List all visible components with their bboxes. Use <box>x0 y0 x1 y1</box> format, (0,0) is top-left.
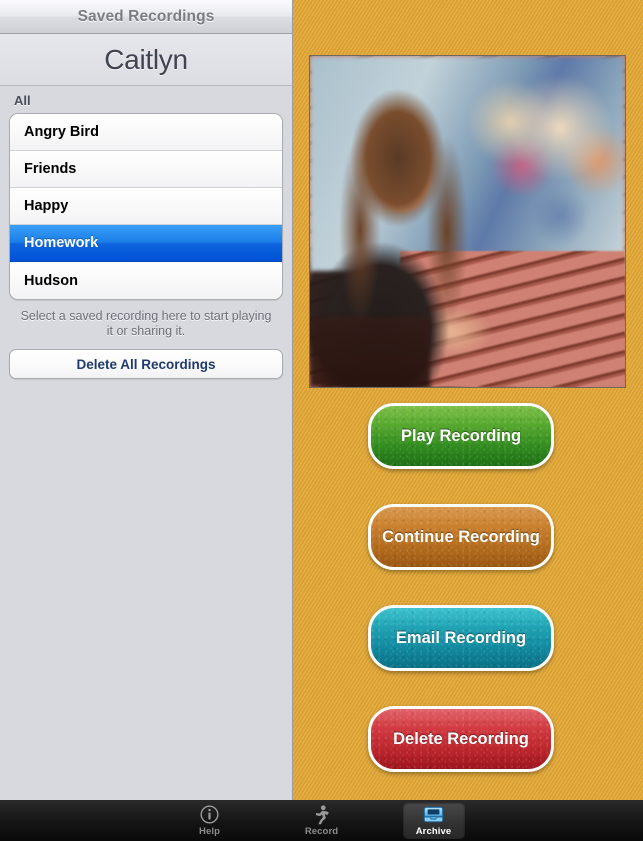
delete-all-recordings-label: Delete All Recordings <box>76 356 216 372</box>
person-name: Caitlyn <box>104 43 188 75</box>
sidebar-master-pane: Saved Recordings Caitlyn All Angry Bird … <box>0 0 293 800</box>
continue-recording-label: Continue Recording <box>382 527 540 546</box>
photo-foreground-shadow-layer <box>310 317 430 387</box>
email-recording-label: Email Recording <box>395 628 527 647</box>
list-item-selected[interactable]: Homework <box>10 225 282 262</box>
list-item[interactable]: Happy <box>10 188 282 225</box>
section-header-all: All <box>14 93 31 108</box>
list-item-label: Homework <box>24 235 99 251</box>
list-item-label: Hudson <box>24 272 78 289</box>
delete-recording-label: Delete Recording <box>393 729 529 748</box>
list-item-label: Friends <box>24 161 77 177</box>
tab-archive[interactable]: Archive <box>402 802 465 839</box>
list-item[interactable]: Angry Bird <box>10 114 282 151</box>
delete-all-recordings-button[interactable]: Delete All Recordings <box>9 349 283 379</box>
list-item[interactable]: Hudson <box>10 262 282 299</box>
recordings-list: Angry Bird Friends Happy Homework Hudson <box>9 113 283 300</box>
page-title: Saved Recordings <box>77 7 215 25</box>
tab-record-label: Record <box>304 826 339 837</box>
recording-photo <box>309 55 626 388</box>
play-recording-label: Play Recording <box>400 426 522 445</box>
archive-tray-icon <box>423 804 444 825</box>
tab-archive-label: Archive <box>415 826 452 837</box>
split-view: Saved Recordings Caitlyn All Angry Bird … <box>0 0 643 800</box>
continue-recording-button[interactable]: Continue Recording <box>368 504 554 570</box>
hint-text: Select a saved recording here to start p… <box>20 309 272 338</box>
app-root: Saved Recordings Caitlyn All Angry Bird … <box>0 0 643 841</box>
email-recording-button[interactable]: Email Recording <box>368 605 554 671</box>
tab-help[interactable]: Help <box>179 802 241 839</box>
list-item-label: Angry Bird <box>24 124 99 140</box>
list-item[interactable]: Friends <box>10 151 282 188</box>
person-header: Caitlyn <box>0 34 292 86</box>
running-person-icon <box>312 804 331 825</box>
navigation-bar: Saved Recordings <box>0 0 292 34</box>
detail-pane: Play Recording Continue Recording Email … <box>293 0 643 800</box>
tab-bar: Help Record Archive <box>0 800 643 841</box>
tab-help-label: Help <box>199 826 220 837</box>
play-recording-button[interactable]: Play Recording <box>368 403 554 469</box>
list-item-label: Happy <box>24 198 69 214</box>
tab-record[interactable]: Record <box>291 802 353 839</box>
info-circle-icon <box>200 804 219 825</box>
delete-recording-button[interactable]: Delete Recording <box>368 706 554 772</box>
